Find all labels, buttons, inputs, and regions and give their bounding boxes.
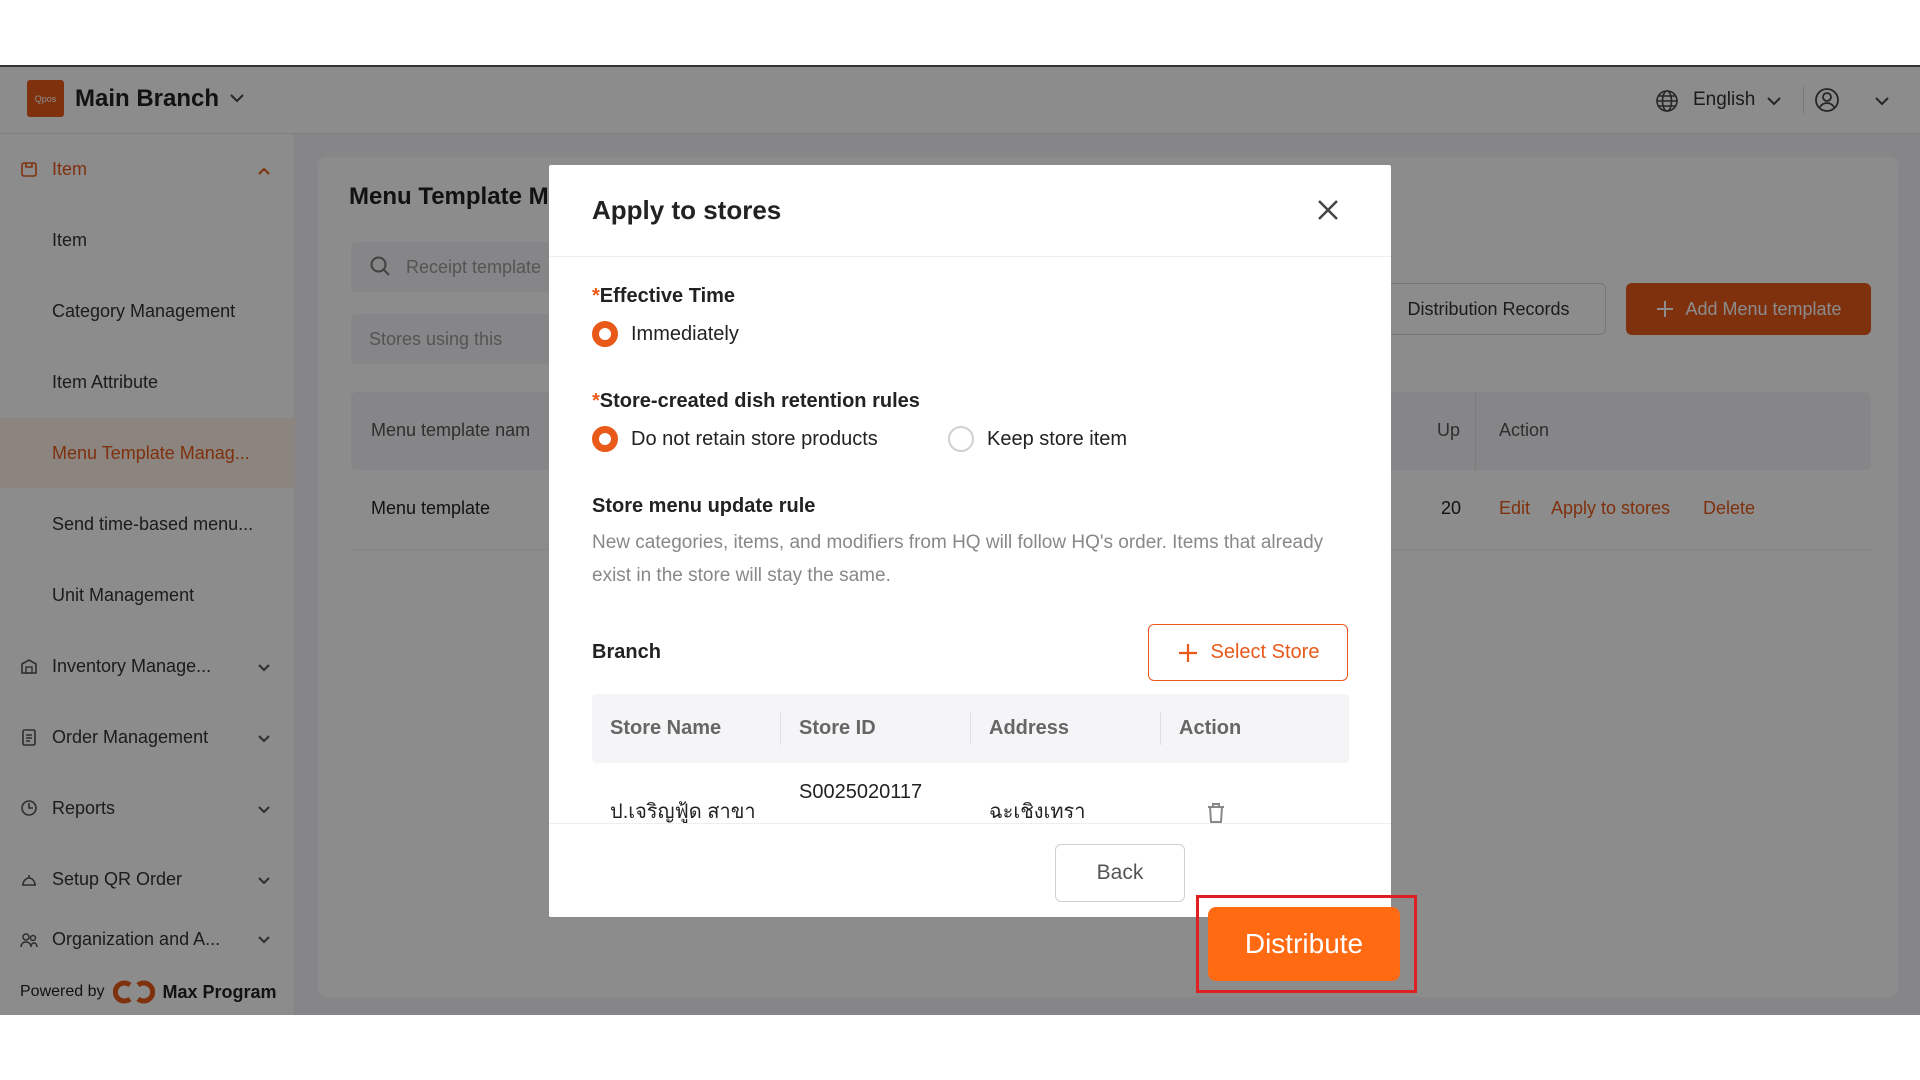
branch-label: Branch [592,641,661,663]
apply-to-stores-dialog: Apply to stores *Effective Time Immediat… [549,165,1391,917]
column-header-store-id: Store ID [799,717,876,739]
update-rule-label: Store menu update rule [592,495,816,517]
app-screen: Qpos Main Branch English Item Item Categ… [0,65,1920,1015]
retention-rules-text: Store-created dish retention rules [599,390,920,412]
retention-rules-label: *Store-created dish retention rules [592,390,920,413]
column-divider [780,712,781,745]
highlight-box [1196,895,1417,993]
store-name-cell: ป.เจริญฟู้ด สาขา [610,801,756,823]
immediately-radio[interactable] [592,321,618,347]
select-store-button[interactable]: Select Store [1148,624,1348,681]
table-row: ป.เจริญฟู้ด สาขา S0025020117 ฉะเชิงเทรา [592,763,1349,823]
close-icon[interactable] [1315,197,1341,223]
back-button[interactable]: Back [1055,844,1185,902]
dialog-title: Apply to stores [592,195,782,225]
immediately-label[interactable]: Immediately [631,323,739,346]
column-header-action: Action [1179,717,1242,739]
column-header-store-name: Store Name [610,717,722,739]
column-header-address: Address [989,717,1070,739]
do-not-retain-radio[interactable] [592,426,618,452]
address-cell: ฉะเชิงเทรา [989,801,1086,823]
plus-icon [1178,643,1197,662]
dialog-header: Apply to stores [549,165,1391,257]
required-mark: * [592,285,600,307]
delete-icon[interactable] [1204,801,1228,823]
required-mark: * [592,390,600,412]
do-not-retain-label[interactable]: Do not retain store products [631,428,878,451]
keep-store-item-label[interactable]: Keep store item [987,428,1127,451]
update-rule-description: New categories, items, and modifiers fro… [592,532,1324,586]
column-divider [970,712,971,745]
column-divider [1160,712,1161,745]
store-table-header: Store Name Store ID Address Action [592,694,1349,763]
select-store-label: Select Store [1210,641,1320,663]
effective-time-label: *Effective Time [592,285,735,308]
store-id-cell: S0025020117 [799,781,923,803]
keep-store-item-radio[interactable] [948,426,974,452]
effective-time-text: Effective Time [599,285,736,307]
